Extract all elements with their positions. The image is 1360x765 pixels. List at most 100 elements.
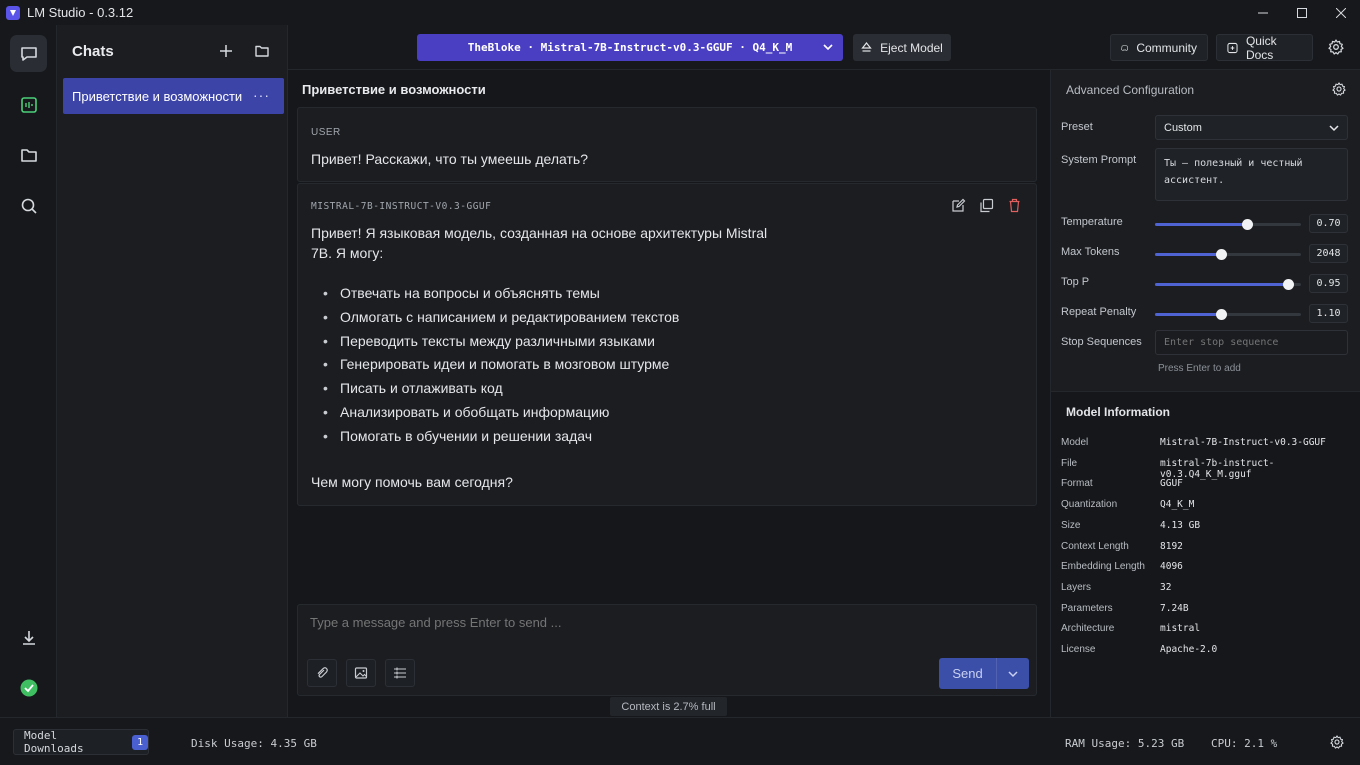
downloads-nav-button[interactable] xyxy=(10,619,47,656)
slider-label-top-p: Top P xyxy=(1061,276,1090,288)
list-item: • Помогать в обучении и решении задач xyxy=(323,427,593,444)
chats-sidebar: Chats Приветствие и возможности ··· xyxy=(57,25,288,717)
model-info-key: Size xyxy=(1061,519,1081,531)
community-label: Community xyxy=(1136,40,1197,55)
list-item: • Анализировать и обобщать информацию xyxy=(323,403,610,420)
model-info-row: File mistral-7b-instruct-v0.3.Q4_K_M.gguf xyxy=(1061,458,1356,480)
system-prompt-label: System Prompt xyxy=(1061,154,1137,166)
quick-docs-button[interactable]: Quick Docs xyxy=(1216,33,1313,62)
system-prompt-line: Ты — полезный и честный xyxy=(1164,158,1303,169)
stop-sequence-input[interactable] xyxy=(1155,330,1348,355)
chat-nav-button[interactable] xyxy=(10,35,47,72)
send-button[interactable]: Send xyxy=(939,658,1029,689)
model-downloads-button[interactable]: Model Downloads 1 xyxy=(13,729,149,755)
model-info-row: Format GGUF xyxy=(1061,478,1356,498)
settings-gear-icon[interactable] xyxy=(1330,735,1344,749)
folder-icon xyxy=(255,45,269,57)
model-info-key: Model xyxy=(1061,437,1089,448)
settings-gear-icon[interactable] xyxy=(1328,39,1344,55)
slider-handle[interactable] xyxy=(1282,279,1294,290)
paperclip-icon xyxy=(317,667,328,678)
close-window-button[interactable] xyxy=(1321,0,1360,25)
model-info-key: License xyxy=(1061,644,1096,655)
model-info-row: Model Mistral-7B-Instruct-v0.3-GGUF xyxy=(1061,437,1356,457)
slider-handle[interactable] xyxy=(1241,219,1253,230)
model-info-value: 4096 xyxy=(1160,561,1183,573)
preset-select[interactable]: Custom xyxy=(1155,115,1348,140)
preset-label: Preset xyxy=(1061,121,1093,133)
send-options-button[interactable] xyxy=(997,658,1029,689)
chat-area: Приветствие и возможности USER Привет! Р… xyxy=(288,70,1050,717)
chevron-down-icon xyxy=(1329,125,1339,132)
download-icon xyxy=(22,630,35,645)
list-item: • Переводить тексты между различными язык… xyxy=(323,332,655,349)
model-info-row: Architecture mistral xyxy=(1061,623,1356,643)
navigation-rail xyxy=(0,25,57,717)
attach-button[interactable] xyxy=(307,659,337,687)
copy-icon[interactable] xyxy=(979,198,994,213)
eject-model-button[interactable]: Eject Model xyxy=(853,34,951,61)
temperature-slider[interactable] xyxy=(1155,219,1301,230)
message-input[interactable] xyxy=(310,615,910,630)
model-info-key: Parameters xyxy=(1061,602,1113,614)
quick-docs-label: Quick Docs xyxy=(1245,33,1277,62)
chat-item-label: Приветствие и возможности xyxy=(72,88,243,104)
edit-icon[interactable] xyxy=(951,198,966,213)
model-info-key: Format xyxy=(1061,478,1093,490)
new-chat-button[interactable] xyxy=(216,41,236,61)
delete-icon[interactable] xyxy=(1007,198,1022,213)
check-circle-icon xyxy=(20,679,37,696)
ram-usage: RAM Usage: 5.23 GB xyxy=(1065,737,1185,750)
chat-list-item[interactable]: Приветствие и возможности ··· xyxy=(63,78,284,114)
model-info-value: 8192 xyxy=(1160,540,1183,552)
settings-gear-icon[interactable] xyxy=(1332,82,1346,96)
model-info-value: Mistral-7B-Instruct-v0.3-GGUF xyxy=(1160,437,1326,448)
model-downloads-label: Model Downloads xyxy=(24,729,84,755)
eject-model-label: Eject Model xyxy=(880,40,943,55)
slider-handle[interactable] xyxy=(1215,249,1227,260)
advanced-config-title: Advanced Configuration xyxy=(1066,83,1195,97)
repeat-penalty-slider[interactable] xyxy=(1155,309,1301,320)
top-p-slider[interactable] xyxy=(1155,279,1301,290)
model-info-value: 4.13 GB xyxy=(1160,519,1201,531)
search-icon xyxy=(21,198,37,214)
assistant-message: MISTRAL-7B-INSTRUCT-V0.3-GGUF Привет! Я … xyxy=(297,183,1037,506)
search-nav-button[interactable] xyxy=(10,187,47,224)
developer-nav-button[interactable] xyxy=(10,86,47,123)
model-info-key: Architecture xyxy=(1061,623,1115,635)
new-folder-button[interactable] xyxy=(252,41,272,61)
chat-more-icon[interactable]: ··· xyxy=(253,87,270,103)
system-prompt-line: ассистент. xyxy=(1164,175,1225,186)
slider-handle[interactable] xyxy=(1215,309,1227,320)
status-ok-indicator[interactable] xyxy=(10,669,47,706)
community-button[interactable]: Community xyxy=(1110,34,1208,61)
model-info-row: Parameters 7.24B xyxy=(1061,603,1356,623)
model-info-value: 7.24B xyxy=(1160,602,1189,614)
model-info-key: Context Length xyxy=(1061,540,1129,552)
system-prompt-field[interactable]: Ты — полезный и честный ассистент. xyxy=(1155,148,1348,201)
message-composer: Send xyxy=(297,604,1037,696)
model-selector[interactable]: TheBloke · Mistral-7B-Instruct-v0.3-GGUF… xyxy=(417,34,843,61)
repeat-penalty-value[interactable]: 1.10 xyxy=(1309,304,1348,323)
temperature-value[interactable]: 0.70 xyxy=(1309,214,1348,233)
model-info-row: Embedding Length 4096 xyxy=(1061,561,1356,581)
max-tokens-value[interactable]: 2048 xyxy=(1309,244,1348,263)
model-info-key: Layers xyxy=(1061,581,1092,593)
max-tokens-slider[interactable] xyxy=(1155,249,1301,260)
model-info-row: Quantization Q4_K_M xyxy=(1061,499,1356,519)
model-info-value: mistral xyxy=(1160,623,1201,635)
presets-button[interactable] xyxy=(385,659,415,687)
minimize-button[interactable] xyxy=(1243,0,1282,25)
user-message: USER Привет! Расскажи, что ты умеешь дел… xyxy=(297,107,1037,182)
model-info-title: Model Information xyxy=(1066,405,1170,419)
model-information: Model Information Model Mistral-7B-Instru… xyxy=(1051,394,1360,717)
image-button[interactable] xyxy=(346,659,376,687)
right-panel: Advanced Configuration Preset Custom Sys… xyxy=(1050,70,1360,717)
list-item: • Писать и отлаживать код xyxy=(323,380,503,397)
top-p-value[interactable]: 0.95 xyxy=(1309,274,1348,293)
slider-label-repeat-penalty: Repeat Penalty xyxy=(1061,306,1137,318)
models-nav-button[interactable] xyxy=(10,136,47,173)
maximize-button[interactable] xyxy=(1282,0,1321,25)
stop-sequences-label: Stop Sequences xyxy=(1061,336,1142,348)
slider-label-max-tokens: Max Tokens xyxy=(1061,246,1120,258)
